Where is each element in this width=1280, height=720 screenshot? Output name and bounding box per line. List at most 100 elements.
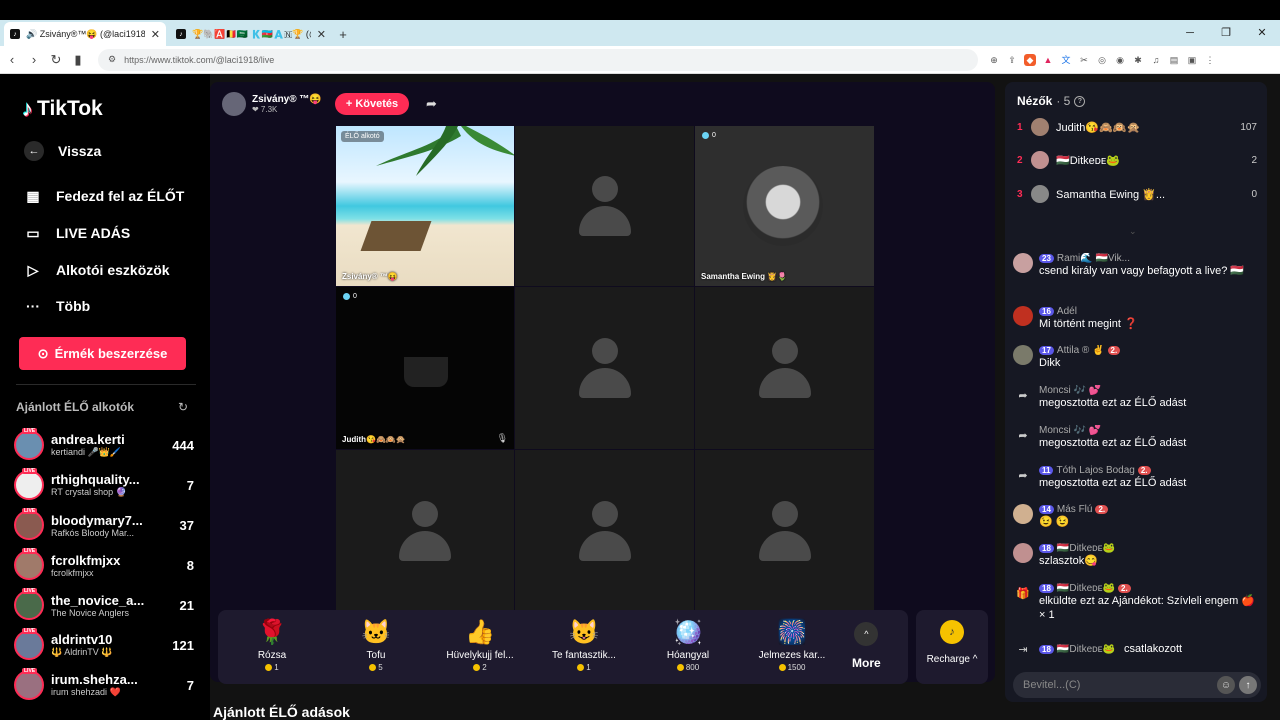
sidebar-icon[interactable]: ▤ bbox=[1168, 54, 1180, 66]
zoom-icon[interactable]: ⊕ bbox=[988, 54, 1000, 66]
recommended-creator[interactable]: LIVE fcrolkfmjxx fcrolkfmjxx 8 bbox=[14, 547, 194, 583]
extensions-toolbar: ⊕ ⇪ ◆ ▲ 文 ✂ ◎ ◉ ✱ ♫ ▤ ▣ ⋮ bbox=[988, 53, 1216, 66]
share-icon[interactable]: ➦ bbox=[426, 96, 437, 112]
guest-cell-empty[interactable] bbox=[695, 287, 874, 449]
guest-cell-empty[interactable] bbox=[695, 450, 874, 612]
nav-explore-live[interactable]: ▦ Fedezd fel az ÉLŐT bbox=[24, 187, 184, 205]
translate-icon[interactable]: 文 bbox=[1060, 54, 1072, 66]
gift-item[interactable]: 🪩 Hóangyal 800 bbox=[638, 618, 738, 672]
chat-username[interactable]: 🇭🇺Ditkeᴅᴇ🐸 bbox=[1057, 644, 1115, 655]
creator-name: andrea.kerti bbox=[51, 432, 125, 447]
get-coins-button[interactable]: ⊙ Érmék beszerzése bbox=[19, 337, 186, 370]
nav-creator-tools[interactable]: ▷ Alkotói eszközök bbox=[24, 261, 170, 279]
arrow-left-icon: ← bbox=[24, 141, 44, 161]
avatar[interactable] bbox=[1013, 504, 1033, 524]
guest-cell-host[interactable]: ÉLŐ alkotó Zsivány® ™😝 bbox=[336, 126, 514, 286]
chat-username[interactable]: 🇭🇺Ditkeᴅᴇ🐸 bbox=[1057, 543, 1115, 554]
avatar[interactable] bbox=[1013, 345, 1033, 365]
gift-item[interactable]: 🐱 Tofu 5 bbox=[326, 618, 426, 672]
host-info[interactable]: Zsivány® ™😝 ❤ 7.3K bbox=[222, 92, 322, 116]
bookmark-icon[interactable]: ▮ bbox=[68, 52, 88, 68]
url-field[interactable]: ⚙ https://www.tiktok.com/@laci1918/live bbox=[98, 48, 978, 71]
browser-tab-bar: ♪ 🔊 Zsivány®™😝 (@laci1918) É... ✕ ♪ 🏆🐘🅰️… bbox=[0, 20, 1280, 46]
viewer-count: 7 bbox=[186, 477, 194, 493]
music-icon[interactable]: ♫ bbox=[1150, 54, 1162, 66]
chat-username[interactable]: Rami🌊 🇭🇺Vik... bbox=[1057, 253, 1130, 264]
gift-item[interactable]: 👍 Hüvelykujj fel... 2 bbox=[430, 618, 530, 672]
recommended-creator[interactable]: LIVE irum.shehza... irum shehzadi ❤️ 7 bbox=[14, 667, 194, 703]
chat-username[interactable]: Moncsi 🎶 💕 bbox=[1039, 385, 1101, 396]
extension-icon[interactable]: ✂ bbox=[1078, 54, 1090, 66]
viewer-row[interactable]: 3 Samantha Ewing 👸... 0 bbox=[1017, 183, 1257, 205]
guest-cell-empty[interactable] bbox=[515, 450, 694, 612]
extension-icon[interactable]: ◉ bbox=[1114, 54, 1126, 66]
restore-icon[interactable]: ❐ bbox=[1208, 20, 1244, 46]
menu-icon[interactable]: ⋮ bbox=[1204, 54, 1216, 66]
back-icon[interactable]: ‹ bbox=[2, 52, 22, 67]
avatar[interactable] bbox=[1013, 543, 1033, 563]
recommended-creator[interactable]: LIVE the_novice_a... The Novice Anglers 2… bbox=[14, 587, 194, 623]
chevron-down-icon[interactable]: ⌄ bbox=[1129, 226, 1137, 237]
recommended-creator[interactable]: LIVE rthighquality... RT crystal shop 🔮 7 bbox=[14, 467, 194, 503]
brave-shield-icon[interactable]: ◆ bbox=[1024, 53, 1036, 66]
close-tab-icon[interactable]: ✕ bbox=[317, 28, 326, 41]
recharge-button[interactable]: ♪ Recharge ^ bbox=[916, 610, 988, 684]
avatar[interactable] bbox=[1013, 253, 1033, 273]
right-panel: Nézők · 5 ? 1 Judith😘🙈🙉🙊 107 2 🇭🇺Ditkeᴅᴇ… bbox=[1005, 82, 1267, 702]
recommended-creator[interactable]: LIVE bloodymary7... Rafkós Bloody Mar... … bbox=[14, 507, 194, 543]
chat-username[interactable]: Adél bbox=[1057, 306, 1077, 317]
minimize-icon[interactable]: ─ bbox=[1172, 20, 1208, 46]
refresh-icon[interactable]: ↻ bbox=[178, 400, 188, 414]
guest-cell-empty[interactable] bbox=[336, 450, 514, 612]
share-page-icon[interactable]: ⇪ bbox=[1006, 54, 1018, 66]
viewer-score: 107 bbox=[1240, 121, 1257, 133]
wallet-icon[interactable]: ▣ bbox=[1186, 54, 1198, 66]
tiktok-logo[interactable]: ♪ TikTok bbox=[22, 96, 103, 122]
chat-input[interactable] bbox=[1023, 679, 1217, 691]
nav-live-studio[interactable]: ▭ LIVE ADÁS bbox=[24, 224, 130, 242]
recommended-creator[interactable]: LIVE andrea.kerti kertiandi 🎤👑🖌️ 444 bbox=[14, 427, 194, 463]
extension-icon[interactable]: ◎ bbox=[1096, 54, 1108, 66]
guest-cell-empty[interactable] bbox=[515, 126, 694, 286]
recommended-creator[interactable]: LIVE aldrintv10 🔱 AldrinTV 🔱 121 bbox=[14, 627, 194, 663]
reload-icon[interactable]: ↻ bbox=[46, 52, 66, 68]
guest-name: Zsivány® ™😝 bbox=[342, 272, 398, 281]
viewer-row[interactable]: 1 Judith😘🙈🙉🙊 107 bbox=[1017, 116, 1257, 138]
gift-item[interactable]: 🎆 Jelmezes kar... 1500 bbox=[742, 618, 842, 672]
info-icon[interactable]: ? bbox=[1074, 95, 1086, 107]
nav-label: LIVE ADÁS bbox=[56, 225, 131, 241]
site-info-icon[interactable]: ⚙ bbox=[108, 54, 116, 65]
browser-tab-active[interactable]: ♪ 🔊 Zsivány®™😝 (@laci1918) É... ✕ bbox=[4, 22, 166, 46]
guest-cell[interactable]: 0 Judith😘🙈🙉🙊 🎙 bbox=[336, 287, 514, 449]
avatar[interactable] bbox=[1013, 306, 1033, 326]
chat-username[interactable]: Attila ® ✌️ bbox=[1057, 345, 1105, 356]
host-avatar[interactable] bbox=[222, 92, 246, 116]
puzzle-icon[interactable]: ✱ bbox=[1132, 54, 1144, 66]
chat-username[interactable]: Más Flú bbox=[1057, 504, 1093, 515]
guest-cell[interactable]: 0 Samantha Ewing 👸🌷 bbox=[695, 126, 874, 286]
chat-username[interactable]: Moncsi 🎶 💕 bbox=[1039, 425, 1101, 436]
follow-button[interactable]: + Követés bbox=[335, 93, 409, 115]
close-tab-icon[interactable]: ✕ bbox=[151, 28, 160, 41]
emoji-icon[interactable]: ☺ bbox=[1217, 676, 1235, 694]
new-tab-button[interactable]: + bbox=[332, 22, 354, 46]
guest-cell-empty[interactable] bbox=[515, 287, 694, 449]
chat-username[interactable]: Tóth Lajos Bodag bbox=[1056, 465, 1134, 476]
back-link[interactable]: ← Vissza bbox=[24, 141, 101, 161]
gift-item[interactable]: 🌹 Rózsa 1 bbox=[222, 618, 322, 672]
browser-tab[interactable]: ♪ 🏆🐘🅰️🇧🇪🇸🇦 🇰🇦🇿🇦🇳🏆 (@csby0... ✕ bbox=[170, 22, 332, 46]
send-icon[interactable]: ↑ bbox=[1239, 676, 1257, 694]
chat-share-event: ➦ Moncsi 🎶 💕 megosztotta ezt az ÉLŐ adást bbox=[1013, 425, 1261, 450]
rewards-icon[interactable]: ▲ bbox=[1042, 54, 1054, 66]
recommended-streams-title: Ajánlott ÉLŐ adások bbox=[213, 704, 350, 720]
share-icon: ➦ bbox=[1018, 389, 1028, 402]
nav-more[interactable]: ··· Több bbox=[24, 297, 90, 315]
viewer-row[interactable]: 2 🇭🇺Ditkeᴅᴇ🐸 2 bbox=[1017, 149, 1257, 171]
close-window-icon[interactable]: ✕ bbox=[1244, 20, 1280, 46]
gift-name: Hóangyal bbox=[666, 650, 710, 661]
creator-name: the_novice_a... bbox=[51, 592, 145, 608]
gift-item[interactable]: 😺 Te fantasztik... 1 bbox=[534, 618, 634, 672]
chat-username[interactable]: 🇭🇺Ditkeᴅᴇ🐸 bbox=[1057, 583, 1115, 594]
more-gifts-button[interactable]: ^ More bbox=[852, 622, 881, 670]
forward-icon[interactable]: › bbox=[24, 52, 44, 67]
